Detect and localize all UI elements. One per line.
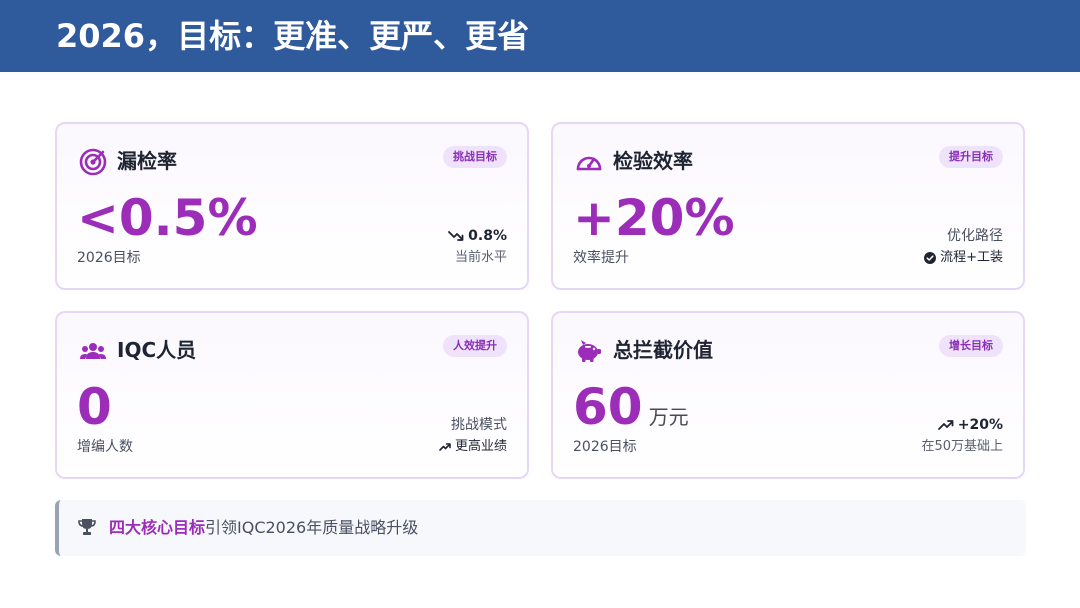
card-badge: 人效提升 [443, 335, 507, 357]
better-performance: 更高业绩 [439, 437, 507, 457]
value-number: +20% [573, 189, 735, 247]
right-bottom-text: 更高业绩 [454, 439, 507, 454]
piggy-bank-icon [575, 337, 603, 365]
card-sub-label: 2026目标 [573, 439, 637, 455]
optimization-path: 流程+工装 [924, 248, 1003, 268]
right-top-text: +20% [957, 417, 1003, 433]
metric-card-intercept-value: 总拦截价值 增长目标 60 万元 2026目标 +20% 在50万基础上 [551, 311, 1025, 479]
slide: 2026，目标：更准、更严、更省 漏检率 挑战目标 <0.5% 2026目标 0… [0, 0, 1080, 608]
summary-rest: 引领IQC2026年质量战略升级 [205, 518, 419, 537]
trend-up-icon [937, 419, 954, 431]
check-circle-icon [924, 251, 937, 264]
card-title: 漏检率 [117, 149, 177, 173]
card-badge: 提升目标 [939, 146, 1003, 168]
trend-up-icon [439, 442, 451, 452]
page-title: 2026，目标：更准、更严、更省 [56, 17, 530, 55]
metric-card-miss-rate: 漏检率 挑战目标 <0.5% 2026目标 0.8% 当前水平 [55, 122, 529, 290]
card-title: 检验效率 [613, 149, 693, 173]
card-value: <0.5% [77, 188, 258, 248]
right-top-text: 0.8% [468, 228, 507, 244]
value-number: <0.5% [77, 189, 258, 247]
right-bottom-label: 在50万基础上 [921, 439, 1003, 454]
growth-value: +20% [937, 415, 1003, 435]
card-sub-label: 2026目标 [77, 250, 141, 266]
card-value: +20% [573, 188, 735, 248]
users-icon [79, 337, 107, 365]
card-title: IQC人员 [117, 338, 197, 362]
summary-bar: 四大核心目标引领IQC2026年质量战略升级 [55, 500, 1026, 556]
card-title: 总拦截价值 [613, 338, 713, 362]
metric-card-iqc-staff: IQC人员 人效提升 0 增编人数 挑战模式 更高业绩 [55, 311, 529, 479]
right-top-label: 优化路径 [947, 228, 1003, 244]
trend-down-icon [448, 230, 464, 242]
card-sub-label: 增编人数 [77, 439, 133, 455]
gauge-icon [575, 148, 603, 176]
right-bottom-text: 流程+工装 [940, 250, 1003, 265]
card-sub-label: 效率提升 [573, 250, 629, 266]
current-level-value: 0.8% [448, 226, 507, 246]
value-unit: 万元 [648, 405, 689, 429]
right-bottom-label: 当前水平 [454, 250, 507, 265]
card-value: 0 [77, 377, 112, 437]
summary-text: 四大核心目标引领IQC2026年质量战略升级 [109, 516, 418, 540]
value-number: 0 [77, 378, 112, 436]
header-bar: 2026，目标：更准、更严、更省 [0, 0, 1080, 72]
summary-highlight: 四大核心目标 [109, 518, 206, 537]
metric-card-inspection-efficiency: 检验效率 提升目标 +20% 效率提升 优化路径 流程+工装 [551, 122, 1025, 290]
value-number: 60 [573, 378, 643, 436]
trophy-icon [77, 517, 97, 537]
right-top-label: 挑战模式 [451, 417, 507, 433]
target-icon [79, 148, 107, 176]
card-badge: 挑战目标 [443, 146, 507, 168]
card-badge: 增长目标 [939, 335, 1003, 357]
